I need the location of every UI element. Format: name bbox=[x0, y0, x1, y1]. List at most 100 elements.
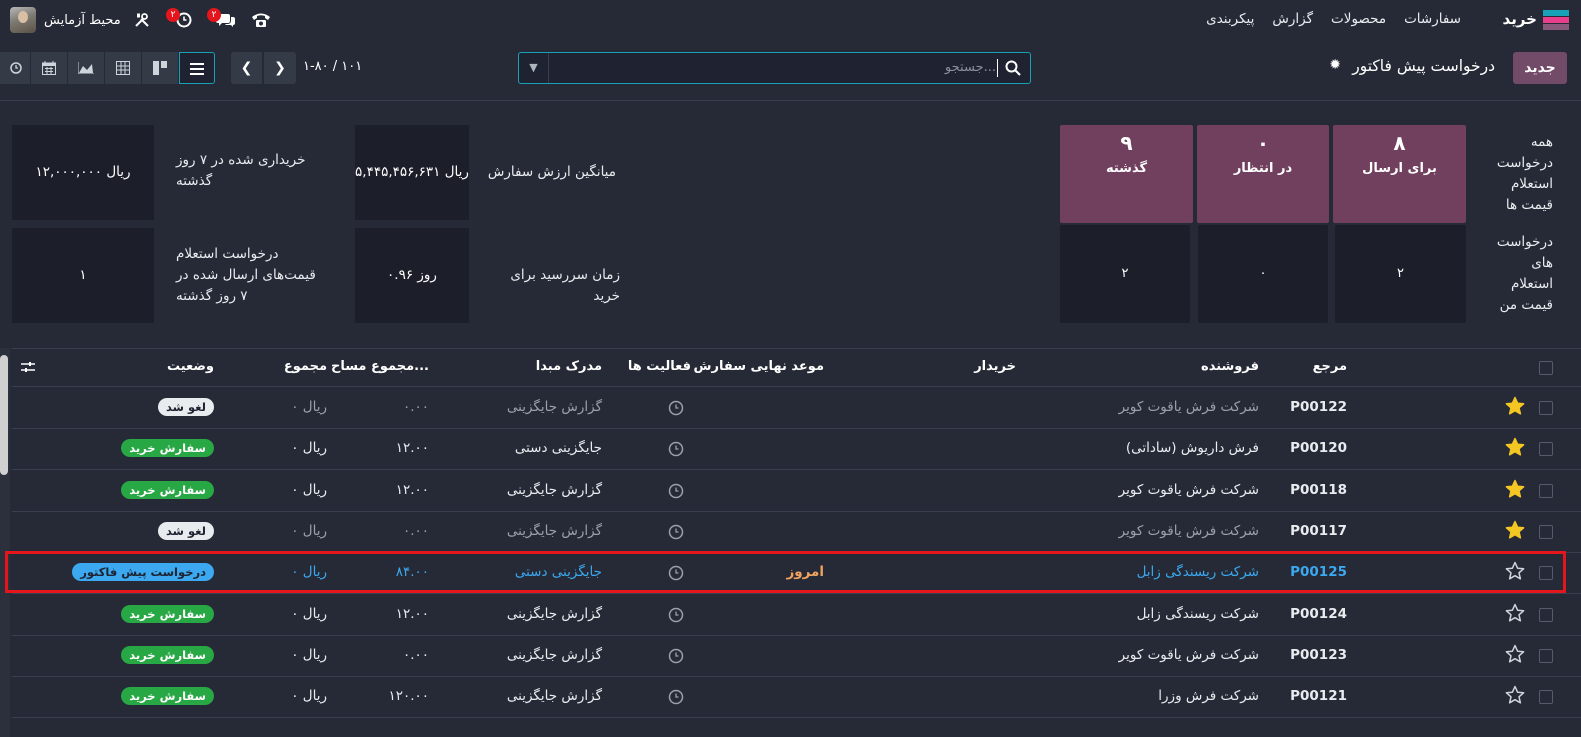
activity-clock-icon[interactable] bbox=[668, 483, 684, 499]
tile-late[interactable]: ۹ گذشته bbox=[1060, 125, 1193, 223]
my-rfq-label: درخواست های استعلام قیمت من bbox=[1496, 234, 1553, 313]
list-header: مرجع فروشنده خریدار موعد نهایی سفارش فعا… bbox=[12, 348, 1581, 387]
menu-products[interactable]: محصولات bbox=[1331, 11, 1386, 27]
table-row[interactable]: P00117 شرکت فرش یاقوت کویر گزارش جایگزینی ۰… bbox=[12, 512, 1581, 553]
tile-my-to-send[interactable]: ۲ bbox=[1335, 225, 1466, 323]
phone-icon[interactable] bbox=[251, 11, 271, 29]
row-reference: P00120 bbox=[1290, 440, 1347, 457]
table-row[interactable]: P00123 شرکت فرش یاقوت کویر گزارش جایگزینی ۰… bbox=[12, 636, 1581, 677]
activity-clock-icon[interactable] bbox=[668, 648, 684, 664]
app-name[interactable]: خرید bbox=[1503, 10, 1537, 28]
priority-star-icon[interactable] bbox=[1505, 520, 1525, 540]
row-reference: P00118 bbox=[1290, 481, 1347, 498]
avatar[interactable] bbox=[10, 7, 36, 33]
row-vendor: فرش داریوش (ساداتی) bbox=[1125, 440, 1259, 457]
column-reference[interactable]: مرجع bbox=[1313, 359, 1347, 374]
row-checkbox[interactable] bbox=[1539, 483, 1553, 498]
purchased-7d-value: ۱۲,۰۰۰,۰۰۰ ریال bbox=[12, 125, 154, 220]
debug-tools-icon[interactable] bbox=[134, 12, 150, 28]
clock-icon bbox=[10, 62, 22, 74]
column-vendor[interactable]: فروشنده bbox=[1201, 359, 1259, 374]
row-total: ریال ۰ bbox=[291, 440, 327, 457]
search-icon[interactable] bbox=[1004, 59, 1022, 77]
tile-waiting[interactable]: ۰ در انتظار bbox=[1197, 125, 1329, 223]
page-title[interactable]: درخواست پیش فاکتور bbox=[1352, 57, 1495, 75]
column-order-deadline[interactable]: موعد نهایی سفارش bbox=[694, 359, 824, 374]
list-view-button[interactable] bbox=[179, 52, 215, 84]
search-dropdown-toggle[interactable]: ▼ bbox=[519, 53, 549, 83]
table-row[interactable]: P00121 شرکت فرش وزرا گزارش جایگزینی ۱۲۰.۰۰ ر… bbox=[12, 677, 1581, 719]
table-row[interactable]: P00124 شرکت ریسندگی زابل گزارش جایگزینی ۱۲.… bbox=[12, 595, 1581, 636]
user-name[interactable]: محیط آزمایش bbox=[44, 13, 121, 28]
pivot-view-button[interactable] bbox=[105, 52, 141, 84]
gear-icon[interactable]: ✹ bbox=[1329, 57, 1341, 73]
activity-clock-icon[interactable] bbox=[668, 441, 684, 457]
activity-clock-icon[interactable] bbox=[668, 689, 684, 705]
search-bar[interactable]: ▼ جستجو... bbox=[518, 52, 1031, 84]
avg-order-value: ۵,۴۴۵,۴۵۶,۶۳۱ ریال bbox=[355, 125, 469, 220]
tile-my-late[interactable]: ۲ bbox=[1060, 225, 1190, 323]
row-checkbox[interactable] bbox=[1539, 648, 1553, 663]
row-reference: P00117 bbox=[1290, 522, 1347, 539]
column-status[interactable]: وضعیت bbox=[167, 359, 214, 374]
priority-star-icon[interactable] bbox=[1505, 479, 1525, 499]
menu-orders[interactable]: سفارشات bbox=[1404, 11, 1461, 27]
activity-clock-icon[interactable] bbox=[668, 524, 684, 540]
pager-next-button[interactable]: ❯ bbox=[264, 52, 296, 84]
row-total: ریال ۰ bbox=[291, 688, 327, 705]
row-vendor: شرکت فرش یاقوت کویر bbox=[1118, 646, 1259, 663]
column-activities[interactable]: فعالیت ها bbox=[628, 359, 691, 374]
activity-clock-icon[interactable] bbox=[668, 607, 684, 623]
graph-view-button[interactable] bbox=[68, 52, 104, 84]
scrollbar-thumb[interactable] bbox=[0, 355, 8, 475]
tile-my-waiting[interactable]: ۰ bbox=[1198, 225, 1328, 323]
row-checkbox[interactable] bbox=[1539, 607, 1553, 622]
tile-to-send-count: ۸ bbox=[1393, 131, 1406, 155]
row-vendor: شرکت فرش یاقوت کویر bbox=[1118, 481, 1259, 498]
row-total: ریال ۰ bbox=[291, 399, 327, 415]
row-source-document: جایگزینی دستی bbox=[514, 440, 602, 457]
pager-previous-button[interactable]: ❮ bbox=[231, 52, 263, 84]
kanban-view-button[interactable] bbox=[142, 52, 178, 84]
tile-late-label: گذشته bbox=[1105, 161, 1148, 176]
optional-columns-icon[interactable] bbox=[21, 361, 35, 373]
search-input[interactable]: جستجو... bbox=[945, 60, 996, 75]
priority-star-icon[interactable] bbox=[1505, 396, 1525, 416]
activity-badge: ۲ bbox=[166, 8, 180, 22]
list-view-icon bbox=[190, 63, 204, 75]
calendar-icon bbox=[42, 61, 56, 75]
tile-to-send[interactable]: ۸ برای ارسال bbox=[1333, 125, 1466, 223]
activity-view-button[interactable] bbox=[0, 52, 30, 84]
menu-reporting[interactable]: گزارش bbox=[1272, 11, 1313, 27]
row-vendor: شرکت ریسندگی زابل bbox=[1136, 605, 1259, 622]
app-logo-icon[interactable] bbox=[1543, 10, 1569, 30]
sent-7d-value: ۱ bbox=[12, 228, 154, 323]
row-checkbox[interactable] bbox=[1539, 401, 1553, 415]
column-area-total[interactable]: مجموع مساح... bbox=[331, 359, 429, 374]
row-checkbox[interactable] bbox=[1539, 524, 1553, 539]
menu-configuration[interactable]: پیکربندی bbox=[1206, 11, 1254, 27]
table-row[interactable]: P00120 فرش داریوش (ساداتی) جایگزینی دستی ۱۲… bbox=[12, 429, 1581, 471]
column-source-document[interactable]: مدرک مبدا bbox=[536, 359, 602, 374]
table-row[interactable]: P00118 شرکت فرش یاقوت کویر گزارش جایگزینی ۱… bbox=[12, 471, 1581, 512]
new-button[interactable]: جدید bbox=[1513, 52, 1567, 84]
priority-star-icon[interactable] bbox=[1505, 644, 1525, 664]
row-checkbox[interactable] bbox=[1539, 442, 1553, 457]
priority-star-icon[interactable] bbox=[1505, 603, 1525, 623]
table-row[interactable]: P00122 شرکت فرش یاقوت کویر گزارش جایگزینی ۰… bbox=[12, 388, 1581, 429]
column-total[interactable]: مجموع bbox=[284, 359, 327, 374]
row-checkbox[interactable] bbox=[1539, 690, 1553, 705]
select-all-checkbox[interactable] bbox=[1539, 361, 1553, 375]
tile-waiting-label: در انتظار bbox=[1233, 161, 1293, 176]
calendar-view-button[interactable] bbox=[31, 52, 67, 84]
status-badge: سفارش خرید bbox=[121, 645, 214, 664]
area-chart-icon bbox=[77, 62, 94, 75]
column-buyer[interactable]: خریدار bbox=[974, 359, 1016, 374]
priority-star-icon[interactable] bbox=[1505, 685, 1525, 705]
kanban-view-icon bbox=[153, 61, 167, 75]
activity-clock-icon[interactable] bbox=[668, 400, 684, 416]
priority-star-icon[interactable] bbox=[1505, 437, 1525, 457]
pager-value[interactable]: ۱-۸۰ / ۱۰۱ bbox=[303, 59, 362, 74]
status-badge: سفارش خرید bbox=[121, 604, 214, 623]
row-vendor: شرکت فرش یاقوت کویر bbox=[1118, 399, 1259, 415]
